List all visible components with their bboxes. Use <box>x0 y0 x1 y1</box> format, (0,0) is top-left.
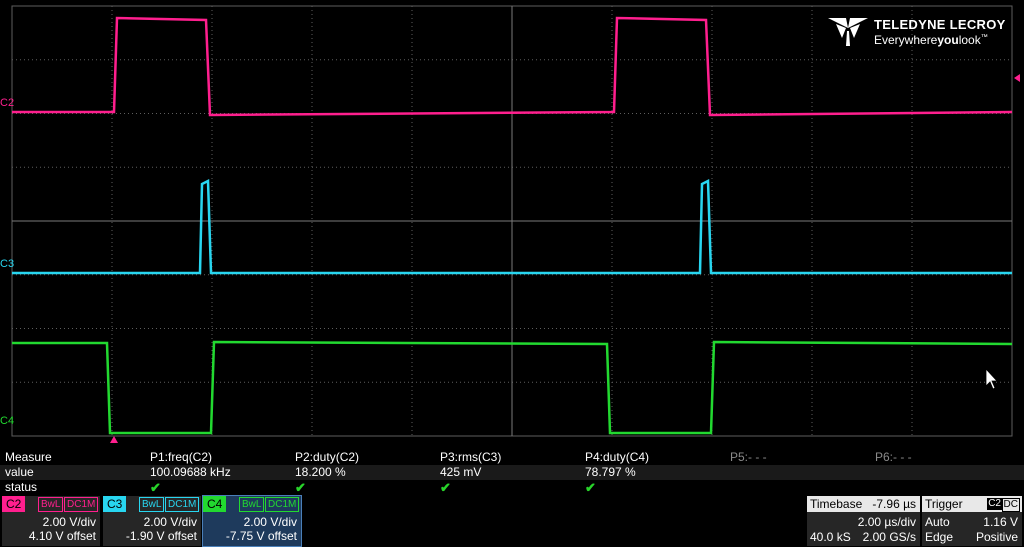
coupling-badge: DC1M <box>265 497 300 512</box>
c2-marker[interactable]: C2 <box>0 97 14 109</box>
channel-c2-descriptor[interactable]: C2 BwL DC1M 2.00 V/div 4.10 V offset <box>2 496 100 546</box>
volts-per-div: 2.00 V/div <box>143 515 197 529</box>
trigger-type: Edge <box>925 530 954 544</box>
timebase-title: Timebase <box>810 497 863 511</box>
timebase-delay: -7.96 µs <box>872 497 916 511</box>
volts-per-div: 2.00 V/div <box>243 515 297 529</box>
param-p6-name[interactable]: P6:- - - <box>875 450 912 464</box>
trigger-coupling: DC <box>1001 498 1020 512</box>
measure-row-label: Measure <box>5 450 52 464</box>
timebase-descriptor[interactable]: Timebase -7.96 µs 2.00 µs/div 40.0 kS 2.0… <box>807 496 920 546</box>
measure-status-row: status ✔ ✔ ✔ ✔ <box>0 480 1024 495</box>
p3-status-check-icon: ✔ <box>440 480 451 495</box>
param-p4-name[interactable]: P4:duty(C4) <box>585 450 649 464</box>
p2-status-check-icon: ✔ <box>295 480 306 495</box>
c3-marker[interactable]: C3 <box>0 258 14 270</box>
offset: -7.75 V offset <box>225 529 297 543</box>
offset: -1.90 V offset <box>125 529 197 543</box>
c4-marker[interactable]: C4 <box>0 415 14 427</box>
time-per-div: 2.00 µs/div <box>857 515 916 529</box>
trigger-mode: Auto <box>925 515 950 529</box>
bandwidth-limit-badge: BwL <box>239 497 265 512</box>
p1-status-check-icon: ✔ <box>150 480 161 495</box>
param-p1-name[interactable]: P1:freq(C2) <box>150 450 212 464</box>
param-p5-name[interactable]: P5:- - - <box>730 450 767 464</box>
param-p2-value: 18.200 % <box>295 465 346 479</box>
bandwidth-limit-badge: BwL <box>139 497 165 512</box>
measurement-table: Measure P1:freq(C2) P2:duty(C2) P3:rms(C… <box>0 449 1024 495</box>
measure-header-row: Measure P1:freq(C2) P2:duty(C2) P3:rms(C… <box>0 450 1024 465</box>
teledyne-lecroy-logo: TELEDYNE LECROY Everywhereyoulook™ <box>826 14 1016 54</box>
lecroy-mark-icon <box>828 18 868 46</box>
status-row-label: status <box>5 480 38 494</box>
value-row-label: value <box>5 465 34 479</box>
bandwidth-limit-badge: BwL <box>38 497 64 512</box>
trigger-title: Trigger <box>925 497 963 511</box>
coupling-badge: DC1M <box>165 497 200 512</box>
channel-name: C2 <box>2 496 26 512</box>
trigger-slope: Positive <box>975 530 1018 544</box>
brand-tagline: Everywhereyoulook™ <box>874 33 988 47</box>
sample-count: 40.0 kS <box>810 530 851 544</box>
channel-c4-descriptor[interactable]: C4 BwL DC1M 2.00 V/div -7.75 V offset <box>202 495 302 547</box>
param-p3-value: 425 mV <box>440 465 482 479</box>
channel-name: C4 <box>203 496 227 512</box>
param-p2-name[interactable]: P2:duty(C2) <box>295 450 359 464</box>
param-p4-value: 78.797 % <box>585 465 636 479</box>
measure-value-row: value 100.09688 kHz 18.200 % 425 mV 78.7… <box>0 465 1024 480</box>
sample-rate: 2.00 GS/s <box>862 530 916 544</box>
p4-status-check-icon: ✔ <box>585 480 596 495</box>
offset: 4.10 V offset <box>28 529 96 543</box>
trigger-level: 1.16 V <box>983 515 1018 529</box>
trigger-descriptor[interactable]: Trigger C2 DC Auto 1.16 V Edge Positive <box>922 496 1022 546</box>
param-p1-value: 100.09688 kHz <box>150 465 231 479</box>
channel-name: C3 <box>103 496 127 512</box>
trigger-source: C2 <box>987 498 1002 510</box>
channel-c3-descriptor[interactable]: C3 BwL DC1M 2.00 V/div -1.90 V offset <box>103 496 201 546</box>
brand-name: TELEDYNE LECROY <box>874 17 1006 32</box>
param-p3-name[interactable]: P3:rms(C3) <box>440 450 501 464</box>
coupling-badge: DC1M <box>64 497 99 512</box>
volts-per-div: 2.00 V/div <box>42 515 96 529</box>
waveform-display: C2 C3 C4 <box>0 0 1024 449</box>
